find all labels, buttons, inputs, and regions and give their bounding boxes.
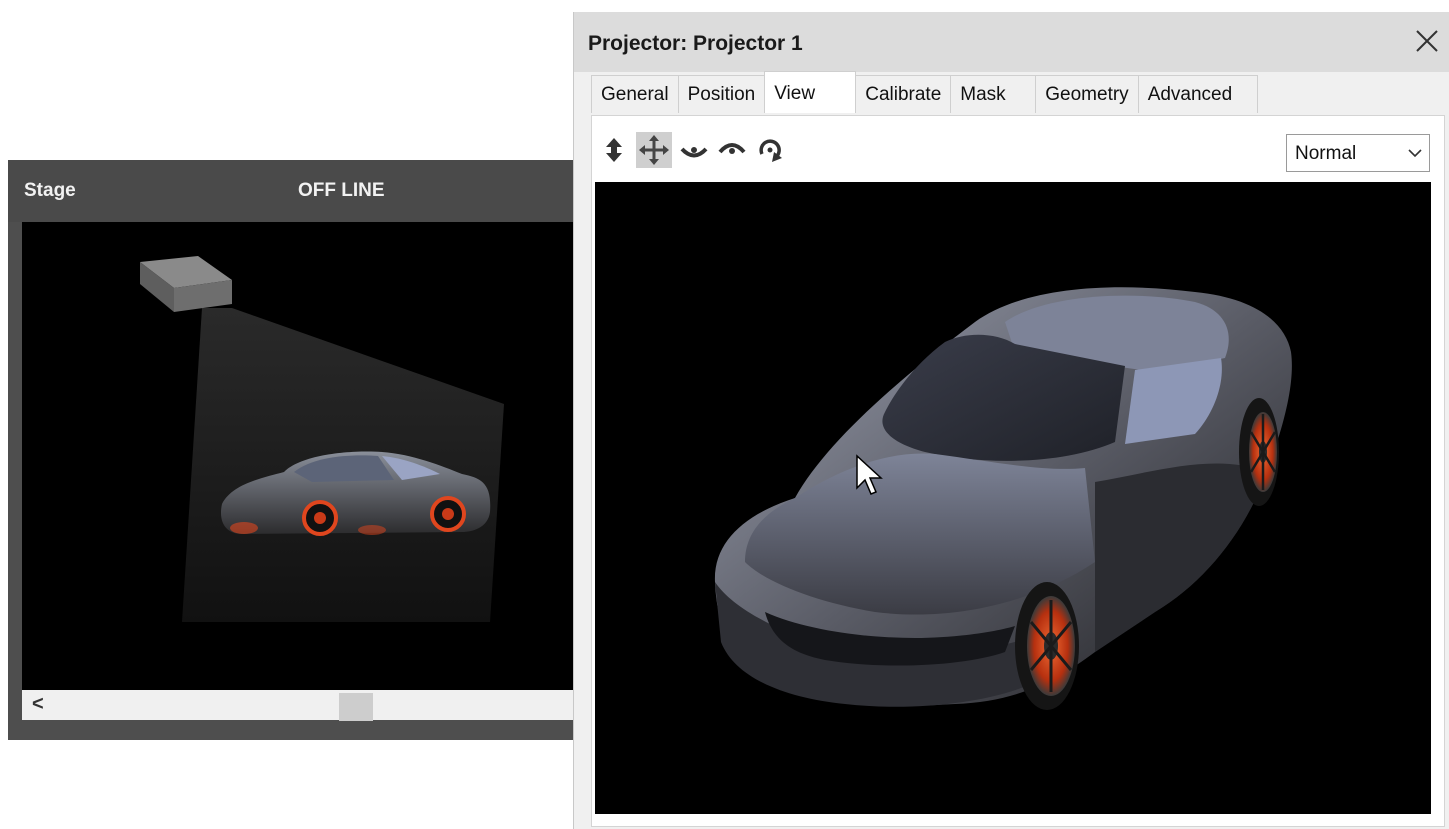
rotate-button[interactable] xyxy=(752,132,788,168)
scroll-thumb[interactable] xyxy=(339,693,373,721)
tab-calibrate[interactable]: Calibrate xyxy=(855,75,952,113)
tab-bar: General Position View Calibrate Mask Geo… xyxy=(591,71,1258,115)
orbit-down-icon xyxy=(680,147,708,158)
vertical-move-button[interactable] xyxy=(596,132,632,168)
stage-scene xyxy=(140,256,504,622)
rotate-icon xyxy=(759,139,782,162)
display-mode-value: Normal xyxy=(1295,143,1357,164)
close-button[interactable] xyxy=(1412,26,1442,56)
tab-mask[interactable]: Mask xyxy=(950,75,1037,113)
tab-geometry[interactable]: Geometry xyxy=(1035,75,1139,113)
display-mode-select[interactable]: Normal xyxy=(1286,134,1430,172)
stage-title: Stage xyxy=(24,180,76,201)
tab-position[interactable]: Position xyxy=(677,75,766,113)
pan-move-icon xyxy=(639,135,669,165)
front-wheel xyxy=(1015,582,1079,710)
projector-view-scene xyxy=(714,287,1292,710)
tab-general[interactable]: General xyxy=(591,75,679,113)
dialog-title: Projector: Projector 1 xyxy=(588,32,803,55)
rear-wheel xyxy=(1239,398,1279,506)
chevron-down-icon xyxy=(1408,149,1422,158)
orbit-up-icon xyxy=(718,143,746,154)
stage-window: Stage OFF LINE < xyxy=(8,160,608,740)
dialog-titlebar: Projector: Projector 1 xyxy=(574,12,1449,72)
projector-view-car xyxy=(714,287,1292,710)
tab-view[interactable]: View xyxy=(764,71,857,113)
stage-header: Stage OFF LINE xyxy=(8,160,608,222)
scroll-left-arrow-icon[interactable]: < xyxy=(32,693,44,716)
view-tab-panel: Normal xyxy=(591,115,1445,827)
orbit-down-button[interactable] xyxy=(676,132,712,168)
projector-view-viewport[interactable] xyxy=(595,182,1431,814)
orbit-up-button[interactable] xyxy=(714,132,750,168)
stage-status: OFF LINE xyxy=(298,180,385,201)
projector-model xyxy=(140,256,232,312)
close-icon xyxy=(1416,30,1438,52)
pan-move-button[interactable] xyxy=(636,132,672,168)
stage-horizontal-scrollbar[interactable]: < xyxy=(22,690,608,721)
vertical-move-icon xyxy=(606,138,622,162)
tab-advanced[interactable]: Advanced xyxy=(1137,75,1258,113)
projector-dialog: Projector: Projector 1 General Position … xyxy=(573,12,1449,829)
stage-viewport[interactable] xyxy=(22,222,608,690)
